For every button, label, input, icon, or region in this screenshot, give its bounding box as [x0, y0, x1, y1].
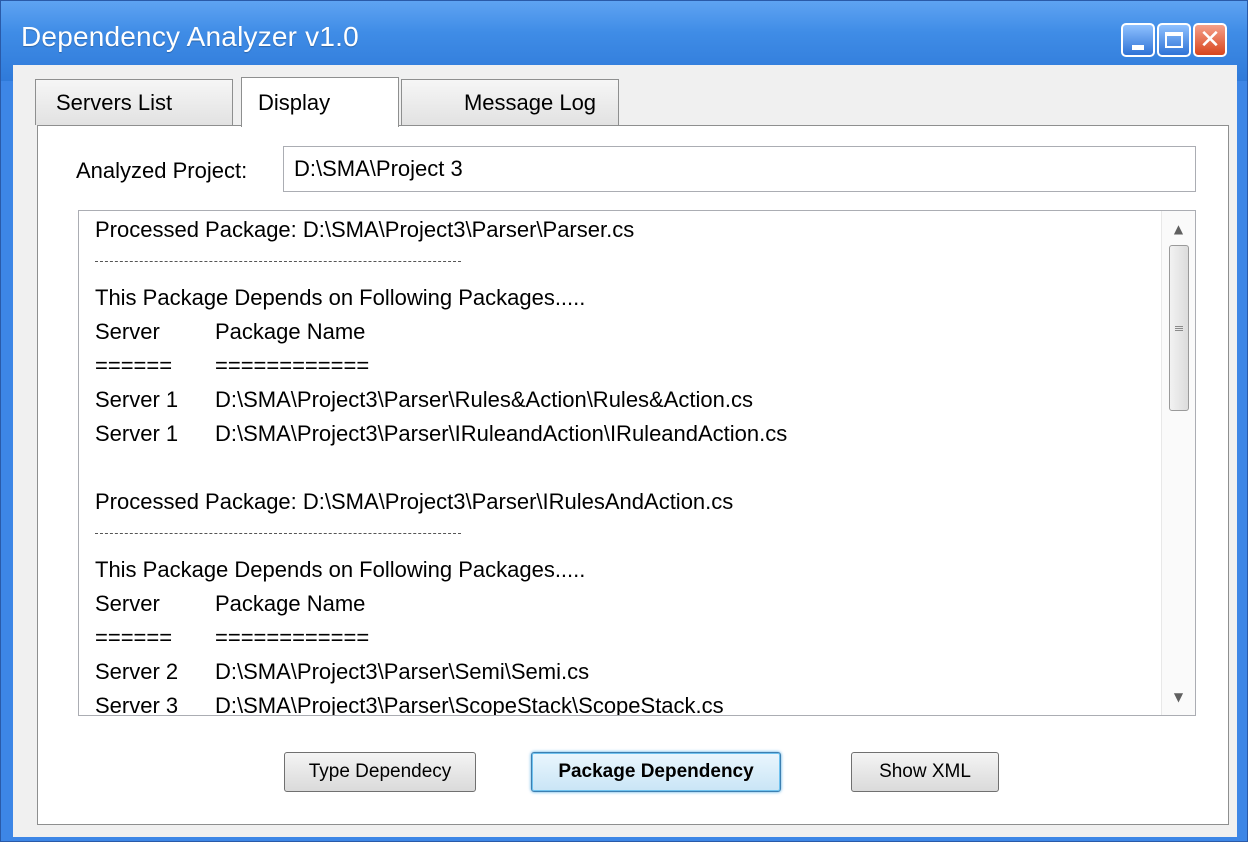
column-underline-row: ====== ============: [95, 355, 1155, 389]
tab-servers-list[interactable]: Servers List: [35, 79, 233, 125]
package-cell: D:\SMA\Project3\Parser\Rules&Action\Rule…: [215, 387, 753, 412]
analyzed-project-input[interactable]: [283, 146, 1196, 192]
server-cell: Server 3: [95, 693, 179, 716]
close-button[interactable]: ✕: [1193, 23, 1227, 57]
package-column-underline: ============: [215, 625, 370, 650]
package-cell: D:\SMA\Project3\Parser\IRuleandAction\IR…: [215, 421, 788, 446]
window-title: Dependency Analyzer v1.0: [21, 21, 359, 52]
package-column-header: Package Name: [215, 319, 366, 344]
depends-heading: This Package Depends on Following Packag…: [95, 285, 586, 310]
server-column-underline: ======: [95, 625, 173, 650]
grip-icon: [1175, 325, 1183, 331]
tab-message-log[interactable]: Message Log: [401, 79, 619, 125]
server-column-header: Server: [95, 319, 160, 344]
depends-heading: This Package Depends on Following Packag…: [95, 557, 586, 582]
server-column-underline: ======: [95, 353, 173, 378]
server-cell: Server 1: [95, 421, 179, 446]
server-column-header: Server: [95, 591, 160, 616]
package-column-header: Package Name: [215, 591, 366, 616]
dependency-row: Server 1 D:\SMA\Project3\Parser\IRuleand…: [95, 423, 1155, 457]
dependency-row: Server 2 D:\SMA\Project3\Parser\Semi\Sem…: [95, 661, 1155, 695]
display-panel: Analyzed Project: Processed Package: D:\…: [37, 125, 1229, 825]
show-xml-button[interactable]: Show XML: [851, 752, 999, 792]
minimize-button[interactable]: [1121, 23, 1155, 57]
scroll-down-arrow-icon[interactable]: ▼: [1162, 683, 1195, 711]
separator-line: [95, 253, 1155, 287]
app-window: Dependency Analyzer v1.0 ✕ Servers List …: [0, 0, 1248, 842]
minimize-icon: [1132, 44, 1144, 50]
client-area: Servers List Display Message Log Analyze…: [13, 65, 1237, 837]
dependency-output-box[interactable]: Processed Package: D:\SMA\Project3\Parse…: [78, 210, 1196, 716]
scrollbar-thumb[interactable]: [1169, 245, 1189, 411]
processed-package-line: Processed Package: D:\SMA\Project3\Parse…: [95, 217, 635, 242]
package-column-underline: ============: [215, 353, 370, 378]
maximize-icon: [1165, 32, 1183, 48]
analyzed-project-label: Analyzed Project:: [76, 158, 248, 183]
tab-display[interactable]: Display: [241, 77, 399, 127]
package-cell: D:\SMA\Project3\Parser\ScopeStack\ScopeS…: [215, 693, 724, 716]
server-cell: Server 2: [95, 659, 179, 684]
column-header-row: Server Package Name: [95, 593, 1155, 627]
column-underline-row: ====== ============: [95, 627, 1155, 661]
processed-package-line: Processed Package: D:\SMA\Project3\Parse…: [95, 489, 734, 514]
separator-line: [95, 525, 1155, 559]
output-lines: Processed Package: D:\SMA\Project3\Parse…: [95, 217, 1155, 716]
vertical-scrollbar[interactable]: ▲ ▼: [1161, 211, 1195, 715]
maximize-button[interactable]: [1157, 23, 1191, 57]
scroll-up-arrow-icon[interactable]: ▲: [1162, 215, 1195, 243]
dependency-row: Server 3 D:\SMA\Project3\Parser\ScopeSta…: [95, 695, 1155, 716]
type-dependency-button[interactable]: Type Dependecy: [284, 752, 476, 792]
package-cell: D:\SMA\Project3\Parser\Semi\Semi.cs: [215, 659, 590, 684]
dependency-row: Server 1 D:\SMA\Project3\Parser\Rules&Ac…: [95, 389, 1155, 423]
server-cell: Server 1: [95, 387, 179, 412]
package-dependency-button[interactable]: Package Dependency: [531, 752, 781, 792]
close-icon: ✕: [1199, 25, 1221, 55]
column-header-row: Server Package Name: [95, 321, 1155, 355]
